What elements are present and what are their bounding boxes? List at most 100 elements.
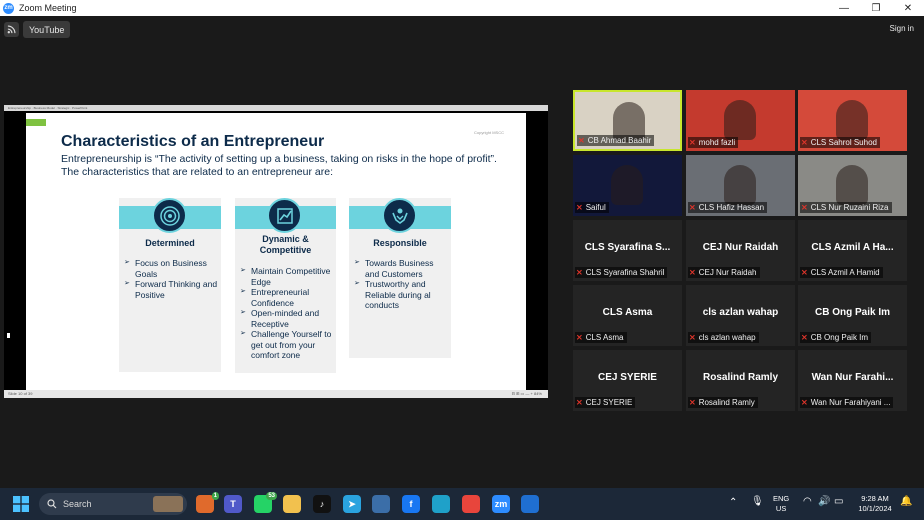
- whatsapp-icon[interactable]: 53: [254, 492, 277, 513]
- participant-name: CEJ Nur Raidah: [698, 268, 757, 277]
- participant-name-label: ⨯ Rosalind Ramly: [688, 397, 758, 408]
- target-icon: [152, 198, 187, 233]
- slide-accent-bar: [26, 119, 46, 126]
- participant-tile[interactable]: CEJ SYERIE ⨯ CEJ SYERIE: [573, 350, 682, 411]
- chrome-icon[interactable]: [462, 495, 480, 513]
- participant-name-label: ⨯ CLS Hafiz Hassan: [688, 202, 768, 213]
- notification-badge: 1: [211, 492, 219, 500]
- participant-display-name: CLS Azmil A Ha...: [811, 242, 894, 253]
- microphone-icon[interactable]: 🎙: [751, 497, 764, 507]
- participant-tile[interactable]: Rosalind Ramly ⨯ Rosalind Ramly: [686, 350, 795, 411]
- mic-muted-icon: ⨯: [576, 398, 583, 407]
- edge-copilot-icon[interactable]: 1: [196, 492, 219, 513]
- slide-counter: Slide 10 of 39: [8, 391, 33, 396]
- mic-muted-icon: ⨯: [689, 138, 696, 147]
- participant-tile[interactable]: CEJ Nur Raidah ⨯ CEJ Nur Raidah: [686, 220, 795, 281]
- mic-muted-icon: ⨯: [689, 268, 696, 277]
- chart-icon: [267, 198, 302, 233]
- shared-window-title: Entrepreneurship · Business Model · Stra…: [8, 106, 88, 110]
- teams-icon[interactable]: T: [224, 495, 242, 513]
- presentation-slide: Copyright MSCC Characteristics of an Ent…: [26, 113, 526, 393]
- participant-display-name: cls azlan wahap: [702, 307, 779, 318]
- participant-name-label: ⨯ Wan Nur Farahiyani ...: [800, 397, 894, 408]
- wifi-icon[interactable]: ◠: [803, 497, 812, 507]
- shared-window-titlebar: Entrepreneurship · Business Model · Stra…: [4, 105, 548, 111]
- taskbar-search-box[interactable]: Search: [39, 493, 187, 515]
- participant-name-label: ⨯ cls azlan wahap: [688, 332, 759, 343]
- tiktok-icon[interactable]: ♪: [313, 495, 331, 513]
- card-heading: Determined: [145, 238, 195, 248]
- card-point: Maintain Competitive Edge: [240, 266, 335, 287]
- language-indicator[interactable]: ENG US: [773, 494, 789, 514]
- participant-tile[interactable]: Wan Nur Farahi... ⨯ Wan Nur Farahiyani ...: [798, 350, 907, 411]
- youtube-button[interactable]: YouTube: [23, 21, 71, 38]
- region-code: US: [775, 504, 787, 513]
- clock-time: 9:28 AM: [861, 494, 889, 503]
- sign-in-link[interactable]: Sign in: [890, 24, 914, 33]
- clock[interactable]: 9:28 AM 10/1/2024: [852, 494, 898, 514]
- participant-tile[interactable]: ⨯ CLS Sahrol Suhod: [798, 90, 907, 151]
- participant-tile[interactable]: ⨯ CLS Nur Ruzaini Riza: [798, 155, 907, 216]
- participant-tile[interactable]: cls azlan wahap ⨯ cls azlan wahap: [686, 285, 795, 346]
- app-glyph: zm: [494, 499, 508, 509]
- windows-taskbar: Search 1 T 53 ♪ ➤ f zm ⌃ 🎙 ENG US ◠ 🔊 ▭ 9:28 A…: [0, 488, 924, 520]
- card-heading: Responsible: [373, 238, 427, 248]
- minimize-button[interactable]: —: [828, 0, 860, 16]
- participant-tile[interactable]: CLS Syarafina S... ⨯ CLS Syarafina Shahril: [573, 220, 682, 281]
- search-placeholder: Search: [63, 499, 92, 509]
- close-button[interactable]: ✕: [892, 0, 924, 16]
- participant-tile[interactable]: ⨯ CLS Hafiz Hassan: [686, 155, 795, 216]
- mic-muted-icon: ⨯: [801, 268, 808, 277]
- participant-tile[interactable]: ⨯ Saiful: [573, 155, 682, 216]
- participant-name-label: ⨯ mohd fazli: [688, 137, 739, 148]
- characteristic-card-dynamic: Dynamic & Competitive Maintain Competiti…: [235, 198, 336, 373]
- facebook-icon[interactable]: f: [402, 495, 420, 513]
- restore-button[interactable]: ❐: [860, 0, 892, 16]
- participant-tile[interactable]: ⨯ mohd fazli: [686, 90, 795, 151]
- participant-gallery: ⨯ CB Ahmad Baahir ⨯ mohd fazli ⨯ CLS Sahrol S…: [573, 90, 908, 414]
- mic-muted-icon: ⨯: [801, 138, 808, 147]
- window-controls: — ❐ ✕: [828, 0, 924, 16]
- participant-display-name: CB Ong Paik Im: [814, 307, 890, 318]
- participant-name-label: ⨯ Saiful: [575, 202, 609, 213]
- participant-name: Wan Nur Farahiyani ...: [810, 398, 891, 407]
- mic-muted-icon: ⨯: [801, 203, 808, 212]
- windows-start-icon[interactable]: [12, 495, 30, 513]
- participant-name-label: ⨯ CLS Nur Ruzaini Riza: [800, 202, 892, 213]
- zoom-icon[interactable]: zm: [492, 495, 510, 513]
- participant-display-name: CLS Asma: [602, 307, 653, 318]
- title-bar: zm Zoom Meeting — ❐ ✕: [0, 0, 924, 16]
- participant-name: CLS Sahrol Suhod: [810, 138, 877, 147]
- language-code: ENG: [773, 494, 790, 503]
- edge-icon[interactable]: [432, 495, 450, 513]
- file-explorer-icon[interactable]: [283, 495, 301, 513]
- snipping-icon[interactable]: [521, 495, 539, 513]
- participant-tile[interactable]: ⨯ CB Ahmad Baahir: [573, 90, 682, 151]
- mic-muted-icon: ⨯: [578, 136, 585, 145]
- telegram-icon[interactable]: ➤: [343, 495, 361, 513]
- volume-icon[interactable]: 🔊: [818, 497, 830, 507]
- app-glyph: f: [409, 499, 413, 509]
- notification-badge: 53: [266, 492, 277, 500]
- mic-muted-icon: ⨯: [801, 398, 808, 407]
- rss-icon[interactable]: [4, 22, 19, 37]
- battery-icon[interactable]: ▭: [834, 497, 843, 507]
- view-controls[interactable]: ⊟ ⊞ ▭ — + 84%: [512, 391, 542, 396]
- notification-bell-icon[interactable]: 🔔: [900, 497, 912, 507]
- show-hidden-icons[interactable]: ⌃: [729, 498, 737, 508]
- capture-icon[interactable]: [372, 495, 390, 513]
- mic-muted-icon: ⨯: [689, 203, 696, 212]
- card-points: Focus on Business Goals Forward Thinking…: [124, 258, 219, 300]
- powerpoint-status-bar: Slide 10 of 39 ⊟ ⊞ ▭ — + 84%: [4, 390, 548, 398]
- card-points: Towards Business and Customers Trustwort…: [354, 258, 449, 311]
- mouse-cursor: [7, 333, 10, 338]
- participant-tile[interactable]: CLS Azmil A Ha... ⨯ CLS Azmil A Hamid: [798, 220, 907, 281]
- participant-video: [836, 165, 868, 205]
- participant-name: Rosalind Ramly: [698, 398, 755, 407]
- mic-muted-icon: ⨯: [576, 268, 583, 277]
- characteristic-card-determined: Determined Focus on Business Goals Forwa…: [119, 198, 221, 372]
- participant-name: CB Ong Paik Im: [810, 333, 869, 342]
- participant-tile[interactable]: CLS Asma ⨯ CLS Asma: [573, 285, 682, 346]
- participant-tile[interactable]: CB Ong Paik Im ⨯ CB Ong Paik Im: [798, 285, 907, 346]
- participant-display-name: Rosalind Ramly: [702, 372, 779, 383]
